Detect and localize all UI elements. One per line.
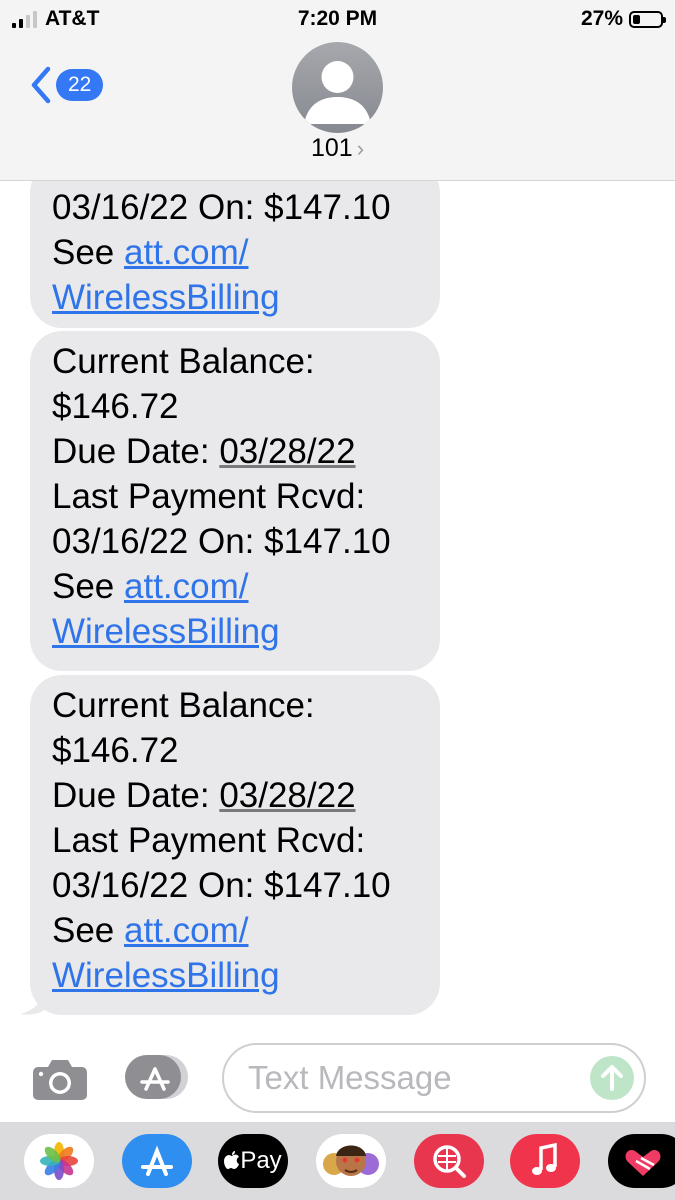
- chevron-right-icon: ›: [356, 136, 365, 161]
- message-input-placeholder: Text Message: [248, 1059, 452, 1096]
- message-bubble[interactable]: 03/16/22 On: $147.10 See att.com/ Wirele…: [30, 181, 440, 328]
- message-link[interactable]: att.com/: [124, 567, 248, 606]
- battery-percent: 27%: [580, 7, 623, 30]
- message-bubble[interactable]: Current Balance: $146.72 Due Date: 03/28…: [30, 331, 440, 671]
- photos-icon: [40, 1142, 78, 1180]
- message-text: Due Date:: [52, 432, 220, 471]
- message-link[interactable]: WirelessBilling: [52, 956, 280, 995]
- contact-name-button[interactable]: 101 ›: [0, 134, 675, 163]
- message-text: Current Balance:: [52, 342, 315, 381]
- message-link[interactable]: att.com/: [124, 911, 248, 950]
- message-text: 03/16/22 On: $147.10: [52, 522, 391, 561]
- music-icon: [532, 1142, 557, 1175]
- memoji-icon: [323, 1145, 379, 1176]
- message-text: 03/16/22 On: $147.10: [52, 866, 391, 905]
- memoji-app-button[interactable]: [316, 1134, 386, 1188]
- status-bar: AT&T 7:20 PM 27%: [0, 0, 675, 40]
- image-search-app-button[interactable]: [414, 1134, 484, 1188]
- camera-icon: [33, 1060, 87, 1100]
- message-link[interactable]: att.com/: [124, 233, 248, 272]
- status-time: 7:20 PM: [297, 7, 378, 30]
- back-button[interactable]: 22: [30, 66, 104, 104]
- chevron-left-icon: [31, 66, 51, 104]
- message-text: Last Payment Rcvd:: [52, 821, 366, 860]
- apple-pay-label: Pay: [240, 1147, 282, 1174]
- message-text: Last Payment Rcvd:: [52, 477, 366, 516]
- date-link[interactable]: 03/28/22: [219, 776, 355, 815]
- message-list[interactable]: 03/16/22 On: $147.10 See att.com/ Wirele…: [0, 181, 675, 1031]
- message-text: $146.72: [52, 387, 179, 426]
- message-text: Current Balance:: [52, 686, 315, 725]
- fitness-icon: [625, 1150, 661, 1176]
- music-app-button[interactable]: [510, 1134, 580, 1188]
- send-button[interactable]: [590, 1056, 634, 1100]
- message-input[interactable]: Text Message: [222, 1043, 646, 1113]
- search-images-icon: [433, 1145, 466, 1178]
- battery-indicator: 27%: [580, 7, 666, 31]
- message-link[interactable]: WirelessBilling: [52, 278, 280, 317]
- message-text: Due Date:: [52, 776, 220, 815]
- app-drawer: Pay: [0, 1122, 675, 1200]
- message-bubble[interactable]: Current Balance: $146.72 Due Date: 03/28…: [30, 675, 440, 1015]
- contact-name: 101: [310, 134, 353, 162]
- date-link[interactable]: 03/28/22: [219, 432, 355, 471]
- camera-button[interactable]: [32, 1055, 88, 1101]
- bubble-tail: [20, 986, 50, 1015]
- apple-pay-app-button[interactable]: Pay: [218, 1134, 288, 1188]
- app-store-icon: [125, 1055, 188, 1099]
- apple-icon: [224, 1151, 240, 1169]
- navigation-header: AT&T 7:20 PM 27% 22 101 ›: [0, 0, 675, 181]
- app-store-app-button[interactable]: [122, 1134, 192, 1188]
- photos-app-button[interactable]: [24, 1134, 94, 1188]
- message-text: See: [52, 911, 124, 950]
- battery-icon: [629, 10, 666, 28]
- message-text: See: [52, 233, 124, 272]
- fitness-app-button[interactable]: [608, 1134, 675, 1188]
- contact-avatar[interactable]: [292, 42, 383, 133]
- message-text: See: [52, 567, 124, 606]
- unread-count-badge: 22: [56, 69, 104, 101]
- person-icon: [304, 61, 371, 124]
- message-link[interactable]: WirelessBilling: [52, 612, 280, 651]
- arrow-up-icon: [601, 1065, 623, 1091]
- message-text: $146.72: [52, 731, 179, 770]
- message-text: 03/16/22 On: $147.10: [52, 188, 391, 227]
- app-store-button[interactable]: [124, 1054, 190, 1100]
- app-store-icon: [141, 1145, 173, 1176]
